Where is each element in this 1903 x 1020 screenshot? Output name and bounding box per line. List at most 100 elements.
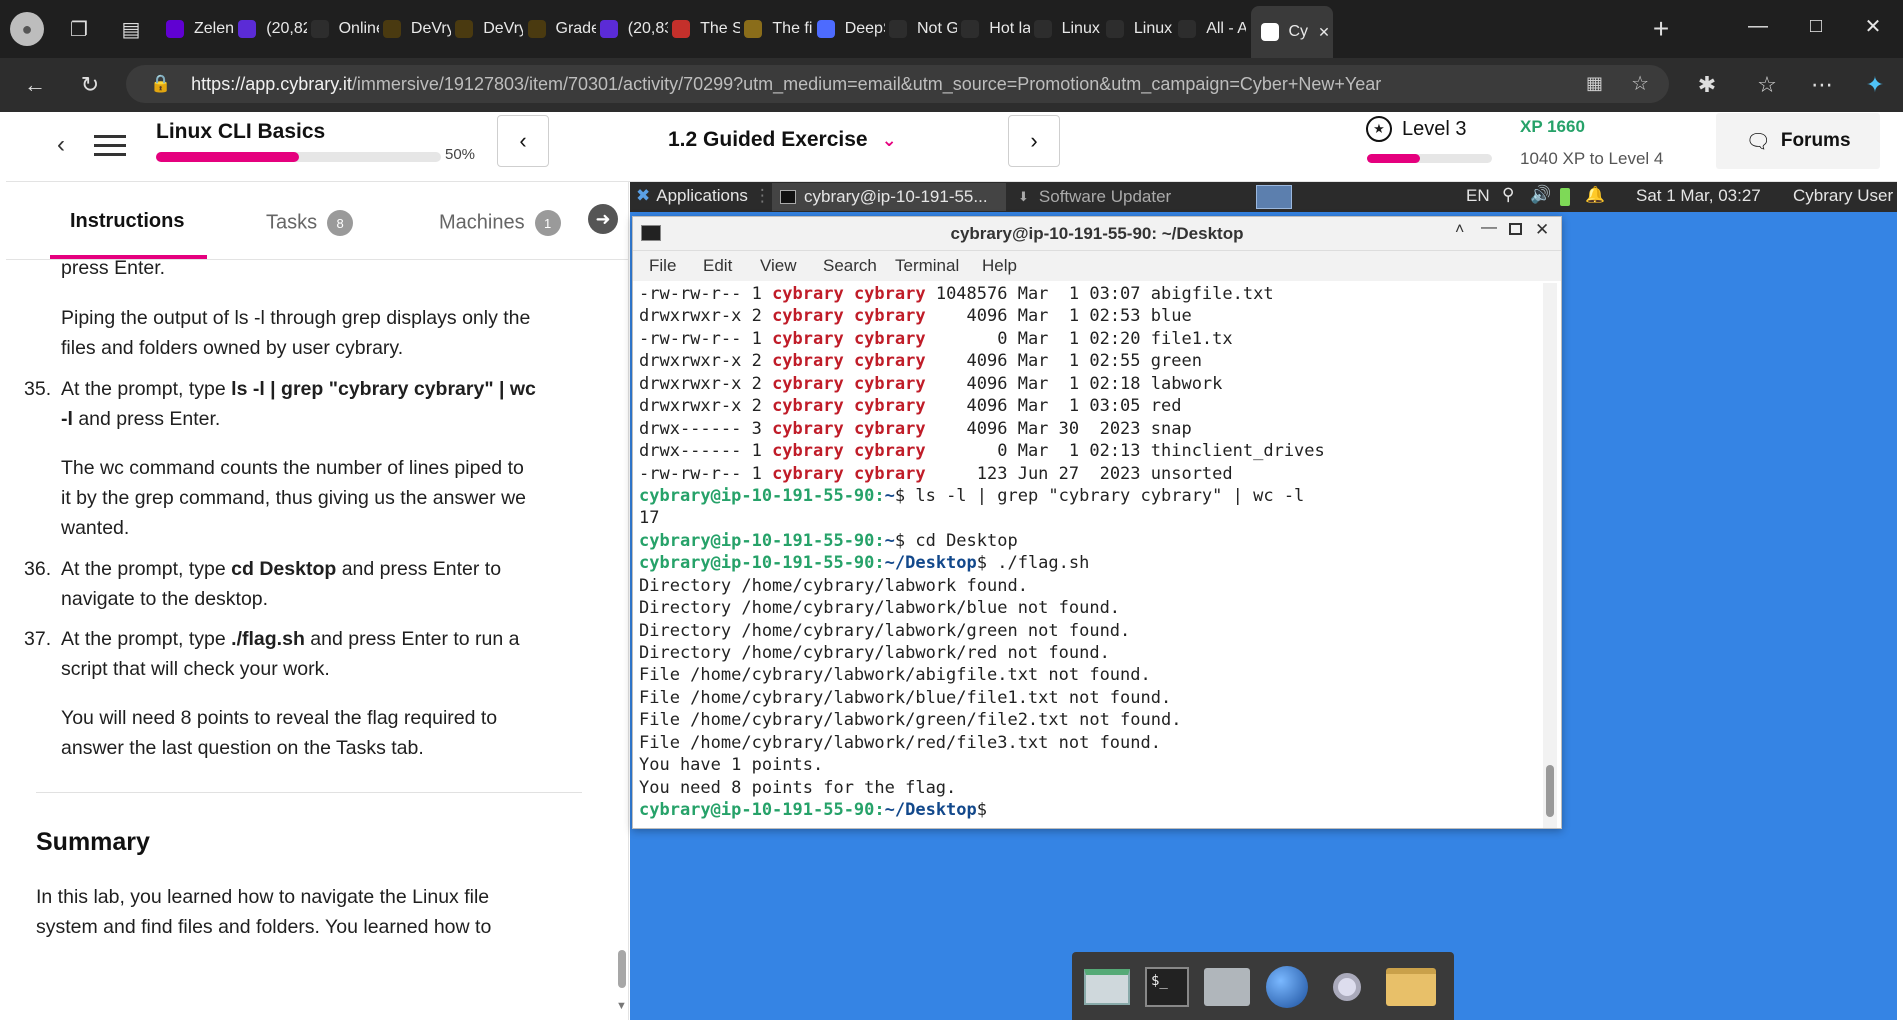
browser-tab[interactable]: DeVry L	[455, 8, 523, 50]
step-37-command: ./flag.sh	[231, 628, 305, 650]
file-manager-icon[interactable]	[1384, 960, 1438, 1014]
exercise-selector[interactable]: 1.2 Guided Exercise ⌄	[668, 128, 897, 152]
terminal-line: cybrary@ip-10-191-55-90:~/Desktop$	[639, 800, 988, 821]
maximize-button[interactable]: □	[1793, 8, 1839, 44]
previous-activity-button[interactable]: ‹	[497, 115, 549, 167]
next-activity-button[interactable]: ›	[1008, 115, 1060, 167]
favorite-star-icon[interactable]: ☆	[1631, 71, 1649, 96]
panel-tabs: Instructions Tasks 8 Machines 1 ➜	[6, 182, 628, 260]
instruction-text: files and folders owned by user cybrary.	[61, 337, 404, 359]
terminal-line: drwxrwxr-x 2 cybrary cybrary 4096 Mar 1 …	[639, 396, 1182, 417]
scroll-down-arrow-icon[interactable]: ▼	[616, 1000, 627, 1012]
browser-tab-label: Online	[338, 20, 379, 37]
app-available-icon[interactable]: ▦	[1586, 73, 1603, 94]
refresh-icon[interactable]: ↻	[73, 68, 107, 102]
browser-tab[interactable]: DeepSe	[816, 8, 885, 50]
mail-icon	[599, 20, 618, 38]
terminal-titlebar[interactable]: cybrary@ip-10-191-55-90: ~/Desktop ˄ — ✕	[633, 217, 1561, 251]
github-icon	[1178, 20, 1197, 38]
window-shade-icon[interactable]: ˄	[1455, 221, 1464, 239]
browser-tab[interactable]: Not Ge	[889, 8, 957, 50]
url-field[interactable]: 🔒 https://app.cybrary.it/immersive/19127…	[126, 65, 1669, 103]
terminal-menu-item[interactable]: Search	[823, 256, 877, 276]
terminal-menu-item[interactable]: View	[760, 256, 797, 276]
applications-menu[interactable]: ✖ Applications ⋮	[636, 186, 771, 206]
browser-tab-label: Linux C	[1061, 20, 1102, 37]
scrollbar-thumb[interactable]	[618, 950, 626, 988]
browser-tab[interactable]: The Sw	[672, 8, 740, 50]
terminal-output[interactable]: -rw-rw-r-- 1 cybrary cybrary 1048576 Mar…	[639, 283, 1539, 828]
show-desktop-icon[interactable]	[1080, 960, 1134, 1014]
instruction-text: Piping the output of ls -l through grep …	[61, 307, 531, 329]
terminal-launcher-icon[interactable]: $_	[1140, 960, 1194, 1014]
browser-tab-bar: ● ❐ ▤ Zelensk (20,820 Online DeVry S DeVry L…	[0, 0, 1903, 58]
mail-icon	[238, 20, 257, 38]
step-35-text: At the prompt, type ls -l | grep "cybrar…	[61, 378, 536, 400]
extensions-icon[interactable]: ✱	[1690, 68, 1724, 102]
hamburger-menu-icon[interactable]	[94, 132, 126, 160]
volume-icon[interactable]: 🔊	[1530, 185, 1551, 205]
github-icon	[961, 20, 980, 38]
close-window-button[interactable]: ✕	[1850, 8, 1896, 44]
clock[interactable]: Sat 1 Mar, 03:27	[1636, 186, 1761, 206]
browser-tab[interactable]: Linux C	[1033, 8, 1102, 50]
search-app-icon[interactable]	[1320, 960, 1374, 1014]
collections-icon[interactable]: ❐	[64, 14, 94, 44]
terminal-menu-item[interactable]: Help	[982, 256, 1017, 276]
notification-bell-icon[interactable]: 🔔	[1585, 185, 1605, 205]
chat-bubble-icon: 🗨	[1745, 130, 1771, 153]
language-indicator[interactable]: EN	[1466, 186, 1490, 206]
new-tab-button[interactable]: +	[1644, 12, 1678, 46]
window-close-icon[interactable]: ✕	[1535, 220, 1549, 240]
browser-tab[interactable]: All - Ac	[1178, 8, 1246, 50]
terminal-menu-item[interactable]: Edit	[703, 256, 732, 276]
browser-tab[interactable]: Zelensk	[166, 8, 234, 50]
browser-tab[interactable]: Grades	[527, 8, 596, 50]
user-menu[interactable]: Cybrary User	[1793, 186, 1893, 206]
browser-tab[interactable]: The fin	[744, 8, 813, 50]
window-minimize-icon[interactable]: —	[1481, 219, 1497, 237]
tab-instructions[interactable]: Instructions	[70, 210, 184, 233]
terminal-line: File /home/cybrary/labwork/red/file3.txt…	[639, 732, 1161, 753]
instructions-content: press Enter. Piping the output of ls -l …	[6, 260, 628, 1020]
wifi-icon[interactable]: ⚲	[1502, 185, 1514, 205]
browser-tab[interactable]: Cy ✕	[1250, 6, 1333, 58]
tab-machines[interactable]: Machines 1	[439, 210, 561, 236]
back-icon[interactable]: ←	[18, 68, 52, 102]
terminal-scrollbar-thumb[interactable]	[1546, 765, 1554, 817]
browser-tab[interactable]: (20,831	[599, 8, 668, 50]
profile-avatar[interactable]: ●	[10, 12, 44, 46]
collapse-chevron-icon[interactable]: ‹	[46, 130, 76, 160]
minimize-button[interactable]: —	[1735, 8, 1781, 44]
window-maximize-icon[interactable]	[1509, 223, 1522, 235]
copilot-icon[interactable]: ✦	[1858, 68, 1892, 102]
more-menu-icon[interactable]: ⋯	[1805, 68, 1839, 102]
home-folder-icon[interactable]	[1200, 960, 1254, 1014]
browser-tab[interactable]: (20,820	[238, 8, 307, 50]
terminal-menu-item[interactable]: File	[649, 256, 676, 276]
browser-tab[interactable]: Linux C	[1105, 8, 1174, 50]
close-tab-icon[interactable]: ✕	[1318, 24, 1330, 41]
instruction-text: The wc command counts the number of line…	[61, 457, 524, 479]
course-progress-label: 50%	[445, 146, 476, 163]
terminal-menu-item[interactable]: Terminal	[895, 256, 959, 276]
browser-tab[interactable]: Online	[310, 8, 379, 50]
terminal-scrollbar[interactable]	[1543, 283, 1557, 828]
forums-button[interactable]: 🗨 Forums	[1716, 113, 1880, 169]
taskbar-software-updater[interactable]: ⬇ Software Updater	[1010, 183, 1254, 211]
battery-icon[interactable]	[1560, 188, 1570, 206]
tab-tasks[interactable]: Tasks 8	[266, 210, 354, 236]
terminal-window[interactable]: cybrary@ip-10-191-55-90: ~/Desktop ˄ — ✕…	[632, 216, 1562, 829]
browser-tab[interactable]: DeVry S	[382, 8, 451, 50]
terminal-line: -rw-rw-r-- 1 cybrary cybrary 1048576 Mar…	[639, 284, 1274, 304]
terminal-menubar: File Edit View Search Terminal Help	[633, 251, 1561, 281]
vertical-tabs-icon[interactable]: ▤	[116, 14, 146, 44]
arrow-right-icon[interactable]: ➜	[588, 204, 618, 234]
browser-tab[interactable]: Hot lab	[961, 8, 1030, 50]
workspace-switcher[interactable]	[1256, 185, 1292, 209]
level-star-icon: ★	[1366, 116, 1392, 142]
favorites-icon[interactable]: ☆	[1750, 68, 1784, 102]
terminal-line: Directory /home/cybrary/labwork/red not …	[639, 643, 1110, 663]
web-browser-icon[interactable]	[1260, 960, 1314, 1014]
taskbar-terminal[interactable]: cybrary@ip-10-191-55...	[772, 183, 1006, 211]
